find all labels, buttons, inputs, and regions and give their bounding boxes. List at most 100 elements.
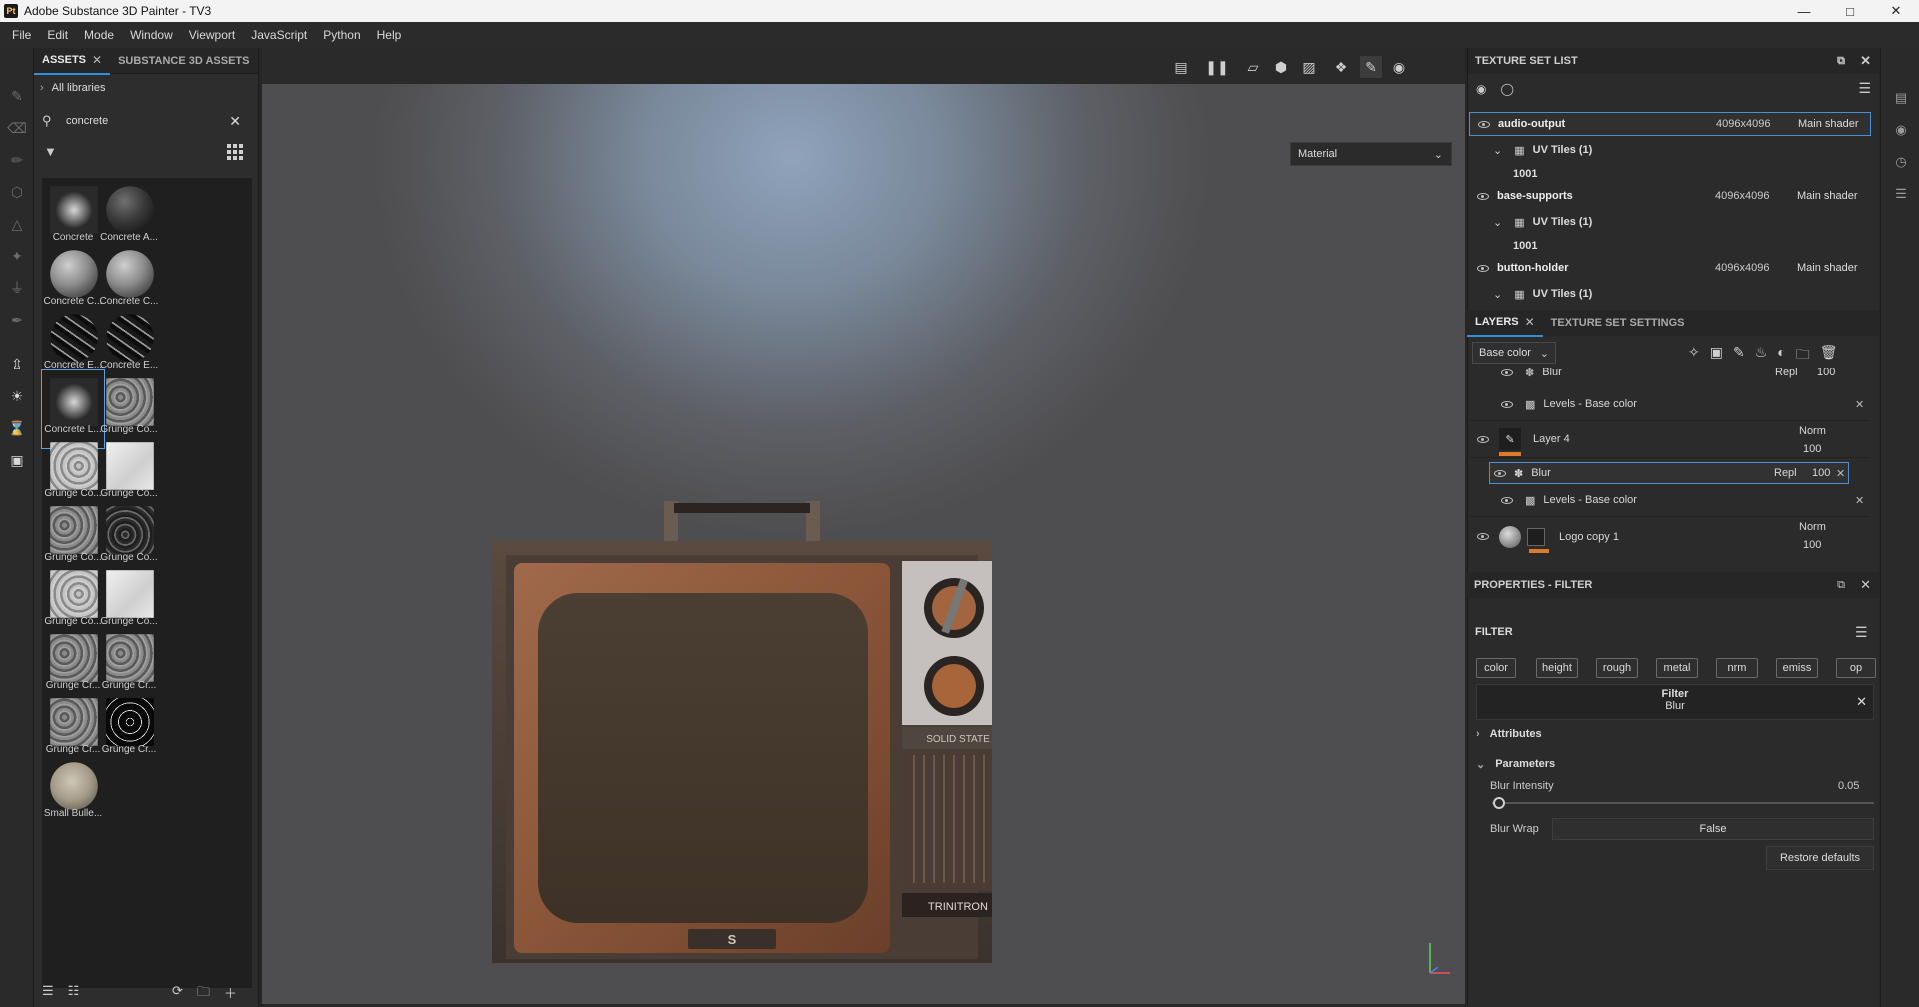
parameters-section[interactable]: ⌄ Parameters [1476, 758, 1555, 771]
polygon-fill-icon[interactable]: △ [7, 214, 27, 234]
opacity-value[interactable]: 100 [1812, 467, 1830, 479]
clear-search-icon[interactable]: ✕ [229, 113, 241, 130]
search-input[interactable] [66, 115, 216, 127]
menu-viewport[interactable]: Viewport [181, 22, 243, 48]
blend-mode[interactable]: Repl [1775, 368, 1798, 378]
channel-chip-height[interactable]: height [1536, 658, 1578, 678]
blur-intensity-value[interactable]: 0.05 [1838, 780, 1859, 792]
color-picker-icon[interactable]: ✒ [7, 310, 27, 330]
menu-edit[interactable]: Edit [39, 22, 76, 48]
paint-brush-icon[interactable]: ✎ [7, 86, 27, 106]
uv-tiles-row[interactable]: ⌄ ▦ UV Tiles (1) [1469, 210, 1871, 234]
add-icon[interactable]: ＋ [224, 983, 237, 1005]
history-icon[interactable]: ◷ [1891, 152, 1911, 172]
close-icon[interactable]: ✕ [1860, 53, 1871, 69]
annotate-icon[interactable]: ▣ [7, 450, 27, 470]
projection-icon[interactable]: ✏ [7, 150, 27, 170]
texture-set-shader[interactable]: Main shader [1797, 262, 1858, 274]
remove-effect-icon[interactable]: ✕ [1855, 398, 1864, 411]
add-paint-layer-icon[interactable]: ✎ [1733, 344, 1745, 368]
menu-file[interactable]: File [4, 22, 39, 48]
asset-thumbnail[interactable]: Small Bulle... [42, 754, 104, 832]
eye-icon[interactable] [1501, 400, 1513, 408]
camera-icon[interactable]: ▨ [1298, 56, 1320, 78]
material-mode-select[interactable]: Material ⌄ [1290, 142, 1452, 166]
filter-icon[interactable]: ▼ [44, 144, 60, 160]
close-icon[interactable]: ✕ [1873, 0, 1919, 22]
add-effect-icon[interactable]: ✧ [1688, 344, 1700, 368]
filter-resource-slot[interactable]: Filter Blur ✕ [1476, 684, 1874, 720]
close-icon[interactable]: ✕ [1525, 309, 1535, 335]
menu-help[interactable]: Help [369, 22, 410, 48]
symmetry-icon[interactable]: ❖ [1330, 56, 1352, 78]
slider-handle[interactable] [1493, 797, 1505, 809]
blur-wrap-toggle[interactable]: False [1552, 818, 1874, 840]
eye-icon[interactable] [1477, 192, 1489, 200]
menu-javascript[interactable]: JavaScript [243, 22, 315, 48]
folder-icon[interactable]: 🗀 [197, 983, 210, 1005]
detail-view-icon[interactable]: ☷ [68, 983, 80, 999]
measure-icon[interactable]: ⌛ [7, 418, 27, 438]
attributes-section[interactable]: › Attributes [1476, 728, 1542, 740]
tab-layers[interactable]: LAYERS ✕ [1467, 309, 1543, 337]
blur-intensity-slider[interactable] [1492, 802, 1874, 804]
menu-window[interactable]: Window [122, 22, 181, 48]
uv-tiles-row[interactable]: ⌄ ▦ UV Tiles (1) [1469, 138, 1871, 162]
geometry-mask-icon[interactable]: ⬡ [7, 182, 27, 202]
channel-chip-emiss[interactable]: emiss [1776, 658, 1818, 678]
channel-chip-color[interactable]: color [1476, 658, 1516, 678]
smudge-icon[interactable]: ✦ [7, 246, 27, 266]
close-icon[interactable]: ✕ [92, 47, 102, 73]
bake-icon[interactable]: ⇫ [7, 354, 27, 374]
blend-mode[interactable]: Norm [1799, 425, 1826, 437]
layer-layer4[interactable]: ✎ Layer 4 Norm 100 [1469, 420, 1869, 458]
delete-icon[interactable]: 🗑 [1820, 344, 1838, 368]
blend-mode[interactable]: Norm [1799, 521, 1826, 533]
float-panel-icon[interactable]: ⧉ [1837, 579, 1845, 592]
uv-tile-item[interactable]: 1001 [1469, 162, 1871, 186]
library-selector[interactable]: › All libraries [40, 82, 105, 94]
selection-mode-icon[interactable]: ▱ [1242, 56, 1264, 78]
tab-texture-set-settings[interactable]: TEXTURE SET SETTINGS [1543, 310, 1693, 336]
channel-chip-op[interactable]: op [1836, 658, 1876, 678]
channel-select[interactable]: Base color ⌄ [1472, 342, 1556, 364]
maximize-icon[interactable]: □ [1827, 0, 1873, 22]
channel-chip-nrm[interactable]: nrm [1716, 658, 1758, 678]
layer-blur-top[interactable]: ✽ Blur Repl 100 [1469, 368, 1869, 382]
uv-tile-item[interactable]: 1001 [1469, 234, 1871, 258]
add-smart-material-icon[interactable]: ◐ [1777, 344, 1785, 368]
clone-stamp-icon[interactable]: ⏚ [7, 278, 27, 298]
add-fill-layer-icon[interactable]: ♨ [1755, 344, 1768, 368]
texture-set-shader[interactable]: Main shader [1798, 118, 1859, 130]
layer-logo-copy-1[interactable]: Logo copy 1 Norm 100 [1469, 516, 1869, 556]
texture-set-button-holder[interactable]: button-holder 4096x4096 Main shader [1469, 256, 1871, 280]
eye-icon[interactable] [1477, 264, 1489, 272]
close-icon[interactable]: ✕ [1860, 577, 1871, 593]
opacity-value[interactable]: 100 [1803, 539, 1821, 551]
texture-set-shader[interactable]: Main shader [1797, 190, 1858, 202]
channel-chip-metal[interactable]: metal [1656, 658, 1698, 678]
texture-set-audio-output[interactable]: audio-output 4096x4096 Main shader [1469, 112, 1871, 136]
eye-icon[interactable] [1477, 533, 1489, 540]
eraser-icon[interactable]: ⌫ [7, 118, 27, 138]
tab-substance-3d-assets[interactable]: SUBSTANCE 3D ASSETS [110, 48, 257, 74]
menu-python[interactable]: Python [315, 22, 368, 48]
solo-visibility-icon[interactable]: ◯ [1500, 82, 1513, 96]
brush-mode-icon[interactable]: ✎ [1360, 56, 1382, 78]
eye-icon[interactable] [1501, 368, 1513, 376]
viewport-3d[interactable]: ▤ ❚❚ ▱ ⬢ ▨ ❖ ✎ ◉ Material ⌄ S SOLID STAT… [262, 48, 1465, 1004]
tab-assets[interactable]: ASSETS ✕ [34, 47, 111, 75]
restore-defaults-button[interactable]: Restore defaults [1766, 846, 1874, 870]
layer-blur-selected[interactable]: ✽ Blur Repl 100 ✕ [1489, 462, 1849, 484]
hide-ui-icon[interactable]: ▤ [1170, 56, 1192, 78]
asset-thumbnail[interactable]: Grunge Cr... [98, 690, 160, 768]
log-icon[interactable]: ☰ [1891, 184, 1911, 204]
eye-icon[interactable] [1494, 469, 1506, 477]
list-view-icon[interactable]: ☰ [42, 983, 54, 999]
float-panel-icon[interactable]: ⧉ [1837, 55, 1845, 68]
pause-icon[interactable]: ❚❚ [1205, 56, 1228, 78]
opacity-value[interactable]: 100 [1817, 368, 1835, 378]
menu-icon[interactable]: ☰ [1855, 624, 1868, 641]
channel-chip-rough[interactable]: rough [1596, 658, 1638, 678]
shader-settings-icon[interactable]: ◉ [1891, 120, 1911, 140]
